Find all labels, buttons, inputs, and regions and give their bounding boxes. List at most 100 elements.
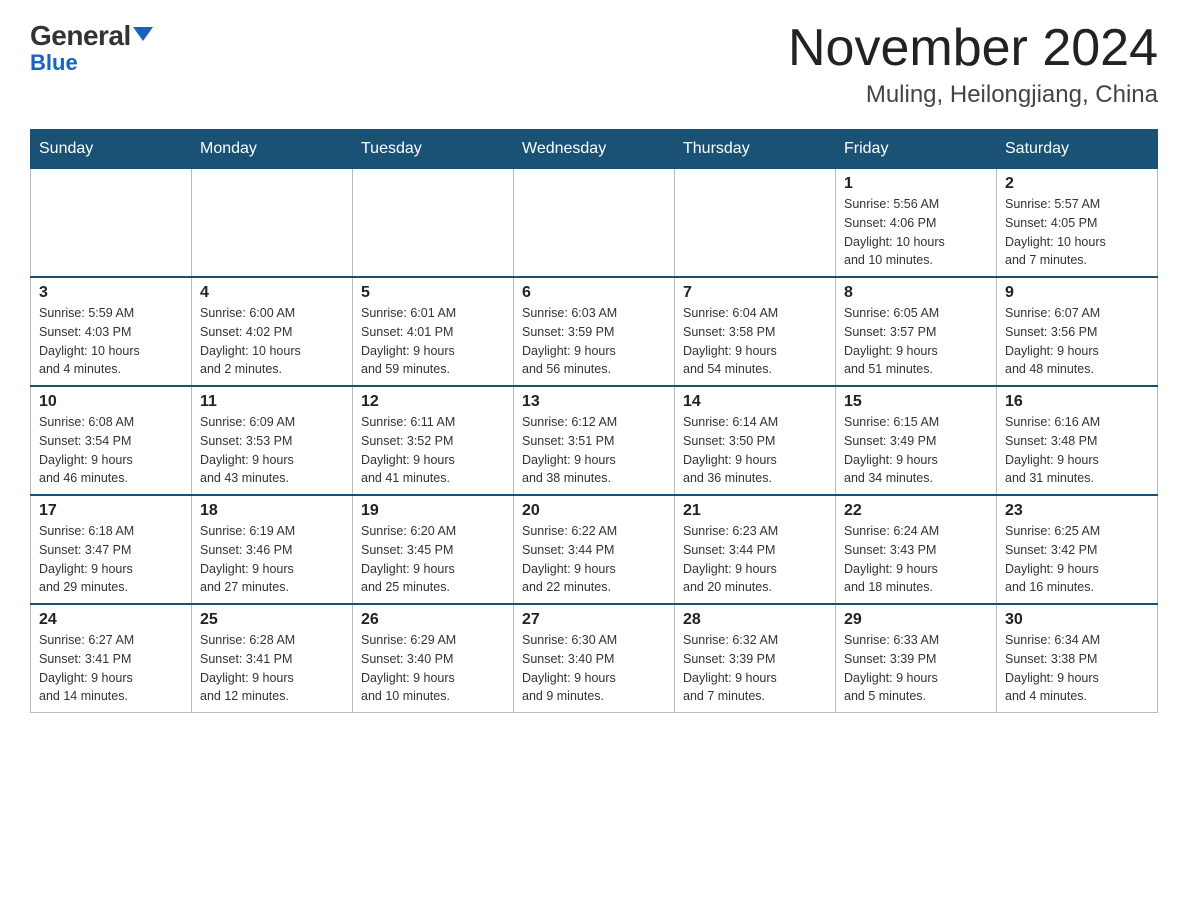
table-row: 10 Sunrise: 6:08 AMSunset: 3:54 PMDayligh… [31, 386, 192, 495]
table-row: 4 Sunrise: 6:00 AMSunset: 4:02 PMDaylight… [192, 277, 353, 386]
table-row [675, 169, 836, 278]
calendar-week-row: 10 Sunrise: 6:08 AMSunset: 3:54 PMDayligh… [31, 386, 1158, 495]
day-info: Sunrise: 5:56 AMSunset: 4:06 PMDaylight:… [844, 195, 988, 270]
day-info: Sunrise: 6:05 AMSunset: 3:57 PMDaylight:… [844, 304, 988, 379]
day-info: Sunrise: 6:24 AMSunset: 3:43 PMDaylight:… [844, 522, 988, 597]
header-saturday: Saturday [997, 130, 1158, 169]
logo-top: General [30, 20, 153, 52]
table-row [31, 169, 192, 278]
table-row: 27 Sunrise: 6:30 AMSunset: 3:40 PMDayligh… [514, 604, 675, 713]
table-row: 5Sunrise: 6:01 AMSunset: 4:01 PMDaylight… [353, 277, 514, 386]
day-info: Sunrise: 6:12 AMSunset: 3:51 PMDaylight:… [522, 413, 666, 488]
table-row: 3Sunrise: 5:59 AMSunset: 4:03 PMDaylight… [31, 277, 192, 386]
day-info: Sunrise: 6:04 AMSunset: 3:58 PMDaylight:… [683, 304, 827, 379]
day-info: Sunrise: 6:08 AMSunset: 3:54 PMDaylight:… [39, 413, 183, 488]
day-number: 18 [200, 502, 344, 520]
table-row: 15 Sunrise: 6:15 AMSunset: 3:49 PMDayligh… [836, 386, 997, 495]
table-row: 30 Sunrise: 6:34 AMSunset: 3:38 PMDayligh… [997, 604, 1158, 713]
calendar-week-row: 3Sunrise: 5:59 AMSunset: 4:03 PMDaylight… [31, 277, 1158, 386]
day-number: 2 [1005, 175, 1149, 193]
table-row: 17 Sunrise: 6:18 AMSunset: 3:47 PMDayligh… [31, 495, 192, 604]
day-number: 11 [200, 393, 344, 411]
logo-bottom: Blue [30, 50, 78, 76]
day-number: 26 [361, 611, 505, 629]
title-area: November 2024 Muling, Heilongjiang, Chin… [788, 20, 1158, 109]
weekday-header-row: Sunday Monday Tuesday Wednesday Thursday… [31, 130, 1158, 169]
table-row: 21 Sunrise: 6:23 AMSunset: 3:44 PMDayligh… [675, 495, 836, 604]
day-number: 4 [200, 284, 344, 302]
table-row: 23Sunrise: 6:25 AMSunset: 3:42 PMDayligh… [997, 495, 1158, 604]
table-row: 13Sunrise: 6:12 AMSunset: 3:51 PMDayligh… [514, 386, 675, 495]
calendar-week-row: 17 Sunrise: 6:18 AMSunset: 3:47 PMDayligh… [31, 495, 1158, 604]
day-number: 27 [522, 611, 666, 629]
day-number: 8 [844, 284, 988, 302]
day-number: 6 [522, 284, 666, 302]
day-info: Sunrise: 6:32 AMSunset: 3:39 PMDaylight:… [683, 631, 827, 706]
day-info: Sunrise: 6:18 AMSunset: 3:47 PMDaylight:… [39, 522, 183, 597]
day-number: 3 [39, 284, 183, 302]
day-number: 20 [522, 502, 666, 520]
table-row: 26Sunrise: 6:29 AMSunset: 3:40 PMDayligh… [353, 604, 514, 713]
calendar-week-row: 24 Sunrise: 6:27 AMSunset: 3:41 PMDayligh… [31, 604, 1158, 713]
day-info: Sunrise: 6:03 AMSunset: 3:59 PMDaylight:… [522, 304, 666, 379]
header-wednesday: Wednesday [514, 130, 675, 169]
table-row: 25 Sunrise: 6:28 AMSunset: 3:41 PMDayligh… [192, 604, 353, 713]
day-info: Sunrise: 6:30 AMSunset: 3:40 PMDaylight:… [522, 631, 666, 706]
day-number: 24 [39, 611, 183, 629]
day-info: Sunrise: 5:57 AMSunset: 4:05 PMDaylight:… [1005, 195, 1149, 270]
day-number: 15 [844, 393, 988, 411]
table-row: 14Sunrise: 6:14 AMSunset: 3:50 PMDayligh… [675, 386, 836, 495]
day-number: 7 [683, 284, 827, 302]
day-number: 17 [39, 502, 183, 520]
calendar-week-row: 1 Sunrise: 5:56 AMSunset: 4:06 PMDaylight… [31, 169, 1158, 278]
day-info: Sunrise: 6:22 AMSunset: 3:44 PMDaylight:… [522, 522, 666, 597]
day-number: 14 [683, 393, 827, 411]
table-row [514, 169, 675, 278]
table-row: 19 Sunrise: 6:20 AMSunset: 3:45 PMDayligh… [353, 495, 514, 604]
day-number: 28 [683, 611, 827, 629]
day-number: 16 [1005, 393, 1149, 411]
day-info: Sunrise: 6:34 AMSunset: 3:38 PMDaylight:… [1005, 631, 1149, 706]
day-number: 30 [1005, 611, 1149, 629]
table-row: 24 Sunrise: 6:27 AMSunset: 3:41 PMDayligh… [31, 604, 192, 713]
table-row: 2 Sunrise: 5:57 AMSunset: 4:05 PMDaylight… [997, 169, 1158, 278]
day-info: Sunrise: 6:00 AMSunset: 4:02 PMDaylight:… [200, 304, 344, 379]
day-number: 10 [39, 393, 183, 411]
header-friday: Friday [836, 130, 997, 169]
day-number: 29 [844, 611, 988, 629]
day-info: Sunrise: 6:15 AMSunset: 3:49 PMDaylight:… [844, 413, 988, 488]
table-row: 29Sunrise: 6:33 AMSunset: 3:39 PMDayligh… [836, 604, 997, 713]
day-info: Sunrise: 6:16 AMSunset: 3:48 PMDaylight:… [1005, 413, 1149, 488]
table-row: 16 Sunrise: 6:16 AMSunset: 3:48 PMDayligh… [997, 386, 1158, 495]
table-row: 9Sunrise: 6:07 AMSunset: 3:56 PMDaylight… [997, 277, 1158, 386]
day-number: 12 [361, 393, 505, 411]
day-info: Sunrise: 6:23 AMSunset: 3:44 PMDaylight:… [683, 522, 827, 597]
table-row: 6 Sunrise: 6:03 AMSunset: 3:59 PMDaylight… [514, 277, 675, 386]
day-info: Sunrise: 6:19 AMSunset: 3:46 PMDaylight:… [200, 522, 344, 597]
day-info: Sunrise: 6:20 AMSunset: 3:45 PMDaylight:… [361, 522, 505, 597]
day-number: 22 [844, 502, 988, 520]
day-number: 19 [361, 502, 505, 520]
table-row: 20 Sunrise: 6:22 AMSunset: 3:44 PMDayligh… [514, 495, 675, 604]
header-tuesday: Tuesday [353, 130, 514, 169]
day-number: 21 [683, 502, 827, 520]
table-row: 11 Sunrise: 6:09 AMSunset: 3:53 PMDayligh… [192, 386, 353, 495]
table-row: 12Sunrise: 6:11 AMSunset: 3:52 PMDayligh… [353, 386, 514, 495]
day-info: Sunrise: 6:27 AMSunset: 3:41 PMDaylight:… [39, 631, 183, 706]
table-row: 1 Sunrise: 5:56 AMSunset: 4:06 PMDaylight… [836, 169, 997, 278]
table-row: 18 Sunrise: 6:19 AMSunset: 3:46 PMDayligh… [192, 495, 353, 604]
header-monday: Monday [192, 130, 353, 169]
calendar-subtitle: Muling, Heilongjiang, China [788, 81, 1158, 109]
logo: General Blue [30, 20, 153, 76]
day-number: 1 [844, 175, 988, 193]
day-info: Sunrise: 6:09 AMSunset: 3:53 PMDaylight:… [200, 413, 344, 488]
day-number: 25 [200, 611, 344, 629]
table-row: 8 Sunrise: 6:05 AMSunset: 3:57 PMDaylight… [836, 277, 997, 386]
table-row: 28 Sunrise: 6:32 AMSunset: 3:39 PMDayligh… [675, 604, 836, 713]
day-info: Sunrise: 6:25 AMSunset: 3:42 PMDaylight:… [1005, 522, 1149, 597]
day-number: 9 [1005, 284, 1149, 302]
table-row: 7 Sunrise: 6:04 AMSunset: 3:58 PMDaylight… [675, 277, 836, 386]
table-row [192, 169, 353, 278]
day-info: Sunrise: 6:28 AMSunset: 3:41 PMDaylight:… [200, 631, 344, 706]
day-number: 5 [361, 284, 505, 302]
